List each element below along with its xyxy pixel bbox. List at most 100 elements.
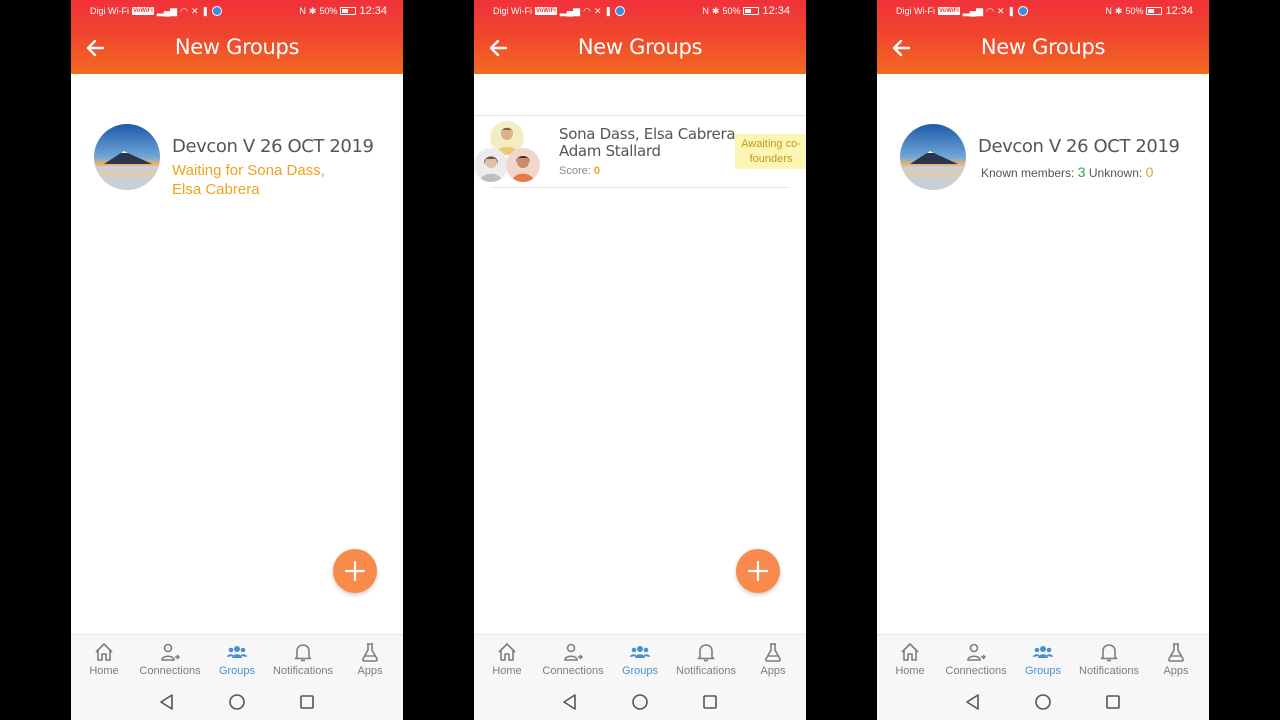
group-name[interactable]: Devcon V 26 OCT 2019 [978, 136, 1180, 157]
battery-percent: 50% [1125, 6, 1144, 16]
status-badge: Awaiting co- founders [735, 134, 806, 169]
nfc-icon: N [299, 6, 306, 16]
group-avatar[interactable] [94, 124, 160, 190]
notification-icon: ❚ [604, 6, 613, 16]
nav-notifications[interactable]: Notifications [270, 641, 336, 677]
person-photo-icon [474, 148, 508, 182]
home-icon [498, 643, 516, 661]
nav-notifications[interactable]: Notifications [1076, 641, 1142, 677]
nav-connections[interactable]: Connections [540, 641, 606, 677]
battery-percent: 50% [319, 6, 338, 16]
nav-label: Groups [621, 665, 659, 677]
bluetooth-icon: ✱ [308, 6, 317, 16]
plus-icon [344, 560, 366, 582]
add-group-button[interactable] [333, 549, 377, 593]
app-header: Digi Wi-Fi VoWiFi ▂▄▆ ◠ ✕ ❚ N ✱ 50% 12:3… [877, 0, 1209, 74]
page-title: New Groups [577, 35, 703, 59]
nav-connections[interactable]: Connections [943, 641, 1009, 677]
member-counts: Known members: 3 Unknown: 0 [981, 164, 1153, 180]
mountain-photo-icon [94, 124, 160, 190]
wifi-icon: ◠ [986, 6, 994, 16]
nav-groups[interactable]: Groups [607, 641, 673, 677]
clock: 12:34 [762, 5, 790, 17]
unknown-label: Unknown: [1088, 166, 1143, 180]
mountain-photo-icon [900, 124, 966, 190]
back-triangle-icon[interactable] [963, 692, 983, 712]
nav-groups[interactable]: Groups [204, 641, 270, 677]
status-badge-line: founders [749, 153, 793, 165]
system-nav-bar [474, 684, 806, 720]
app-header: Digi Wi-Fi VoWiFi ▂▄▆ ◠ ✕ ❚ N ✱ 50% 12:3… [71, 0, 403, 74]
nav-home[interactable]: Home [474, 641, 540, 677]
nav-apps[interactable]: Apps [740, 641, 806, 677]
divider [474, 115, 806, 116]
app-status-icon [1018, 6, 1029, 16]
known-members-count: 3 [1077, 164, 1086, 180]
group-avatar[interactable] [900, 124, 966, 190]
back-triangle-icon[interactable] [157, 692, 177, 712]
score-label: Score: [559, 165, 591, 177]
waiting-status-line: Elsa Cabrera [172, 181, 260, 198]
flask-icon [1168, 643, 1184, 662]
notification-icon: ❚ [201, 6, 210, 16]
recents-square-icon[interactable] [1103, 692, 1123, 712]
home-circle-icon[interactable] [1033, 692, 1053, 712]
signal-icon: ▂▄▆ [962, 6, 984, 16]
nav-home[interactable]: Home [71, 641, 137, 677]
score: Score: 0 [559, 165, 600, 177]
status-bar: Digi Wi-Fi VoWiFi ▂▄▆ ◠ ✕ ❚ N ✱ 50% 12:3… [71, 0, 403, 24]
flask-icon [765, 643, 781, 662]
signal-icon: ▂▄▆ [156, 6, 178, 16]
phone-screen-waiting: Digi Wi-Fi VoWiFi ▂▄▆ ◠ ✕ ❚ N ✱ 50% 12:3… [71, 0, 403, 720]
person-photo-icon [506, 148, 540, 182]
app-header: Digi Wi-Fi VoWiFi ▂▄▆ ◠ ✕ ❚ N ✱ 50% 12:3… [474, 0, 806, 74]
member-avatar [474, 148, 508, 182]
nav-label: Home [89, 665, 119, 677]
wifi-icon: ◠ [583, 6, 591, 16]
home-icon [901, 643, 919, 661]
add-group-button[interactable] [736, 549, 780, 593]
wifi-icon: ◠ [180, 6, 188, 16]
known-members-label: Known members: [981, 166, 1075, 180]
nav-notifications[interactable]: Notifications [673, 641, 739, 677]
bluetooth-icon: ✱ [1114, 6, 1123, 16]
nav-apps[interactable]: Apps [337, 641, 403, 677]
system-nav-bar [71, 684, 403, 720]
nav-label: Connections [542, 665, 604, 677]
nav-label: Connections [945, 665, 1007, 677]
nav-connections[interactable]: Connections [137, 641, 203, 677]
battery-icon [340, 7, 357, 15]
bluetooth-icon: ✱ [711, 6, 720, 16]
recents-square-icon[interactable] [297, 692, 317, 712]
mute-icon: ✕ [593, 6, 602, 16]
unknown-count: 0 [1145, 164, 1154, 180]
nav-label: Home [895, 665, 925, 677]
nav-home[interactable]: Home [877, 641, 943, 677]
notification-icon: ❚ [1007, 6, 1016, 16]
nav-label: Apps [760, 665, 786, 677]
back-triangle-icon[interactable] [560, 692, 580, 712]
app-status-icon [212, 6, 223, 16]
bottom-nav: Home Connections Groups Notifications Ap… [474, 634, 806, 684]
system-nav-bar [877, 684, 1209, 720]
vowifi-badge: VoWiFi [535, 7, 557, 15]
member-names: Sona Dass, Elsa Cabrera, Adam Stallard [559, 126, 740, 160]
home-icon [95, 643, 113, 661]
home-circle-icon[interactable] [630, 692, 650, 712]
nav-apps[interactable]: Apps [1143, 641, 1209, 677]
recents-square-icon[interactable] [700, 692, 720, 712]
groups-icon [630, 646, 650, 658]
group-name[interactable]: Devcon V 26 OCT 2019 [172, 136, 374, 157]
status-bar: Digi Wi-Fi VoWiFi ▂▄▆ ◠ ✕ ❚ N ✱ 50% 12:3… [877, 0, 1209, 24]
nav-groups[interactable]: Groups [1010, 641, 1076, 677]
member-names-line: Adam Stallard [559, 142, 661, 160]
nav-label: Groups [1024, 665, 1062, 677]
vowifi-badge: VoWiFi [132, 7, 154, 15]
member-avatar [506, 148, 540, 182]
page-title: New Groups [174, 35, 300, 59]
carrier-label: Digi Wi-Fi [896, 6, 935, 16]
signal-icon: ▂▄▆ [559, 6, 581, 16]
home-circle-icon[interactable] [227, 692, 247, 712]
flask-icon [362, 643, 378, 662]
divider [492, 187, 788, 188]
